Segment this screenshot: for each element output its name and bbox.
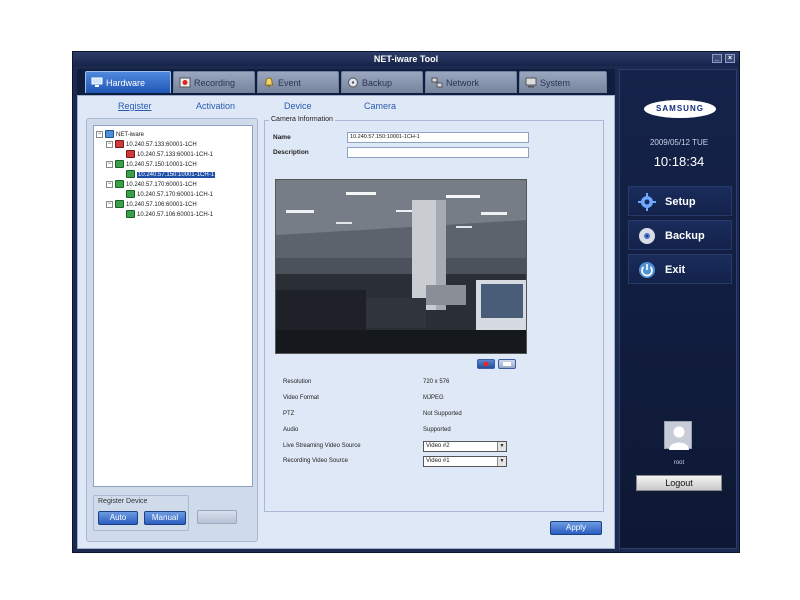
device-ok-icon — [115, 180, 124, 189]
avatar — [664, 421, 692, 450]
collapse-icon[interactable]: − — [106, 140, 113, 148]
tree-node-nvr[interactable]: −10.240.57.133:60001-1CH — [106, 140, 197, 150]
gear-icon — [638, 193, 656, 211]
camera-information-panel: Camera Information Name 10.240.57.150:10… — [264, 116, 604, 512]
backup-icon — [348, 77, 358, 88]
description-field[interactable] — [347, 147, 529, 158]
snapshot-icon — [503, 362, 511, 366]
close-button[interactable]: × — [725, 54, 735, 63]
snapshot-button[interactable] — [498, 359, 516, 369]
tab-event[interactable]: Event — [257, 71, 339, 93]
auto-button[interactable]: Auto — [98, 511, 138, 525]
camera-ok-icon — [126, 210, 135, 219]
subtab-register[interactable]: Register — [118, 101, 152, 111]
camera-information-legend: Camera Information — [269, 116, 335, 123]
logout-button[interactable]: Logout — [636, 475, 722, 491]
device-error-icon — [115, 140, 124, 149]
tree-node-camera[interactable]: 10.240.57.170:60001-1CH-1 — [126, 190, 213, 200]
main-tab-bar: Hardware Recording Event Backup Network … — [77, 69, 615, 95]
resolution-label: Resolution — [283, 379, 312, 385]
sidebar: SAMSUNG 2009/05/12 TUE 10:18:34 Setup Ba… — [619, 69, 737, 549]
video-format-value: MJPEG — [423, 395, 444, 401]
register-device-group: Register Device Auto Manual — [93, 495, 189, 531]
tree-node-camera-selected[interactable]: 10.240.57.150:10001-1CH-1 — [126, 170, 216, 180]
live-streaming-source-select[interactable]: Video #2 ▼ — [423, 441, 507, 452]
time-display: 10:18:34 — [653, 154, 705, 169]
setup-button[interactable]: Setup — [628, 186, 732, 216]
power-icon — [639, 262, 655, 278]
recording-icon — [179, 77, 191, 88]
user-icon — [669, 426, 689, 450]
resolution-value: 720 x 576 — [423, 379, 450, 385]
tree-node-camera[interactable]: 10.240.57.106:60001-1CH-1 — [126, 210, 213, 220]
manual-button[interactable]: Manual — [144, 511, 186, 525]
minimize-button[interactable]: _ — [712, 54, 722, 63]
chevron-down-icon[interactable]: ▼ — [497, 457, 506, 466]
device-ok-icon — [115, 200, 124, 209]
collapse-icon[interactable]: − — [96, 130, 103, 138]
record-icon — [483, 361, 489, 367]
camera-error-icon — [126, 150, 135, 159]
description-label: Description — [273, 149, 309, 156]
tree-node-nvr[interactable]: −10.240.57.170:60001-1CH — [106, 180, 197, 190]
name-label: Name — [273, 134, 291, 141]
ptz-label: PTZ — [283, 411, 295, 417]
subtab-activation[interactable]: Activation — [196, 101, 235, 111]
device-tree[interactable]: − NET-iware −10.240.57.133:60001-1CH 10.2… — [93, 125, 253, 487]
content-panel: Register Activation Device Camera − NET-i… — [77, 95, 615, 549]
tree-node-nvr[interactable]: −10.240.57.106:60001-1CH — [106, 200, 197, 210]
window-title: NET-iware Tool — [373, 54, 439, 64]
disc-icon — [639, 228, 655, 244]
apply-button[interactable]: Apply — [550, 521, 602, 535]
tab-backup[interactable]: Backup — [341, 71, 423, 93]
audio-value: Supported — [423, 427, 451, 433]
disabled-button — [197, 510, 237, 524]
event-icon — [264, 77, 274, 88]
backup-button[interactable]: Backup — [628, 220, 732, 250]
office-camera-image — [276, 180, 526, 353]
live-streaming-source-label: Live Streaming Video Source — [283, 443, 361, 449]
recording-source-select[interactable]: Video #1 ▼ — [423, 456, 507, 467]
tree-root[interactable]: − NET-iware — [96, 130, 144, 140]
device-tree-panel: − NET-iware −10.240.57.133:60001-1CH 10.2… — [86, 118, 258, 542]
chevron-down-icon[interactable]: ▼ — [497, 442, 506, 451]
system-icon — [525, 77, 537, 88]
collapse-icon[interactable]: − — [106, 180, 113, 188]
app-window: NET-iware Tool _ × Hardware Recording Ev… — [72, 51, 740, 553]
title-bar: NET-iware Tool _ × — [73, 52, 739, 66]
camera-ok-icon — [126, 170, 135, 179]
tab-system[interactable]: System — [519, 71, 607, 93]
tree-node-camera[interactable]: 10.240.57.133:60001-1CH-1 — [126, 150, 213, 160]
exit-button[interactable]: Exit — [628, 254, 732, 284]
device-ok-icon — [115, 160, 124, 169]
camera-ok-icon — [126, 190, 135, 199]
video-format-label: Video Format — [283, 395, 319, 401]
register-device-label: Register Device — [98, 498, 148, 505]
date-display: 2009/05/12 TUE — [649, 138, 709, 147]
camera-video-preview — [275, 179, 527, 354]
ptz-value: Not Supported — [423, 411, 462, 417]
recording-source-label: Recording Video Source — [283, 458, 348, 464]
subtab-camera[interactable]: Camera — [364, 101, 396, 111]
tab-recording[interactable]: Recording — [173, 71, 255, 93]
audio-label: Audio — [283, 427, 299, 433]
user-name: root — [673, 460, 685, 466]
tab-network[interactable]: Network — [425, 71, 517, 93]
hardware-icon — [91, 77, 103, 87]
record-button[interactable] — [477, 359, 495, 369]
collapse-icon[interactable]: − — [106, 160, 113, 168]
samsung-logo: SAMSUNG — [644, 100, 716, 118]
collapse-icon[interactable]: − — [106, 200, 113, 208]
tree-node-nvr[interactable]: −10.240.57.150:10001-1CH — [106, 160, 197, 170]
name-field[interactable]: 10.240.57.150:10001-1CH-1 — [347, 132, 529, 143]
network-icon — [431, 77, 443, 88]
network-root-icon — [105, 130, 114, 139]
tab-hardware[interactable]: Hardware — [85, 71, 171, 93]
subtab-device[interactable]: Device — [284, 101, 312, 111]
